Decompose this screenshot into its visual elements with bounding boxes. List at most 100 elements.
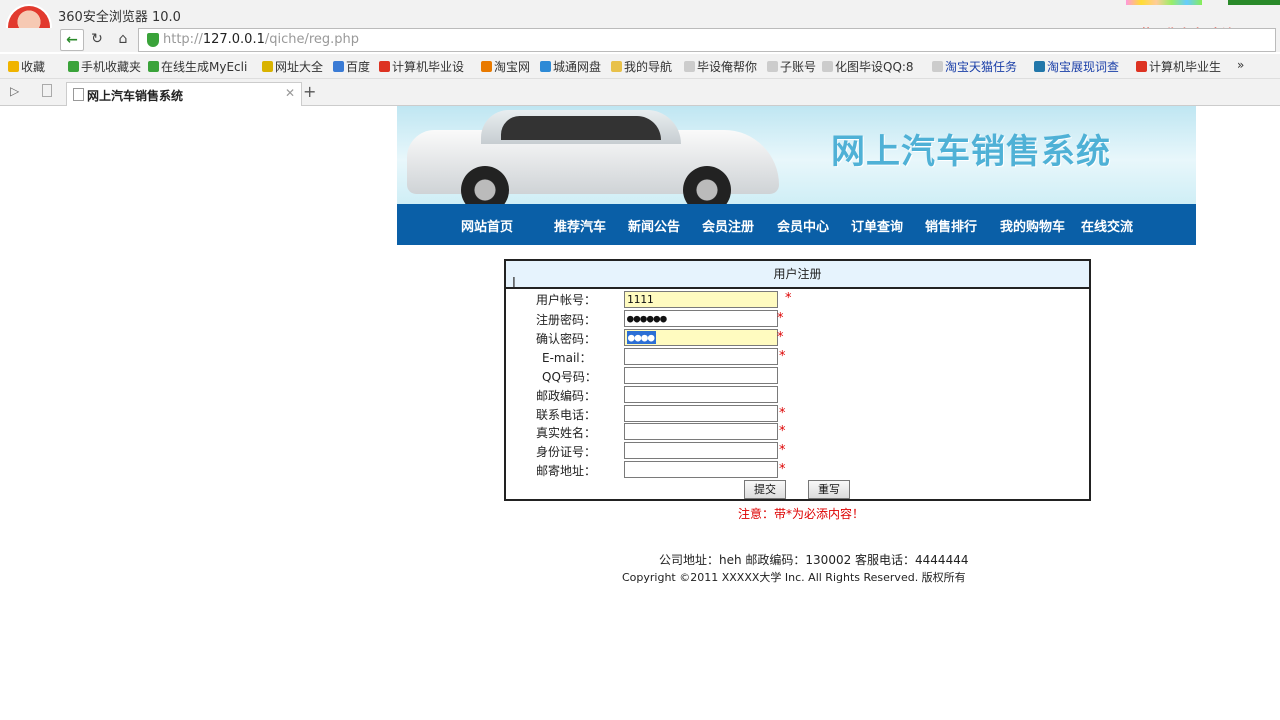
address-label: 邮寄地址： bbox=[536, 464, 597, 478]
footer-contact: 公司地址：heh 邮政编码：130002 客服电话：4444444 bbox=[659, 553, 969, 567]
reset-button[interactable]: 重写 bbox=[808, 480, 850, 499]
bookmark-icon bbox=[611, 61, 622, 72]
bookmark-label: 在线生成MyEcli bbox=[161, 60, 248, 74]
bookmark-icon bbox=[8, 61, 19, 72]
bookmark-label: 手机收藏夹 bbox=[81, 60, 142, 74]
qq-label: QQ号码： bbox=[542, 370, 597, 384]
address-bar[interactable]: http://127.0.0.1/qiche/reg.php bbox=[138, 28, 1276, 52]
sidebar-toggle-icon[interactable]: ▷ bbox=[10, 84, 19, 98]
bookmark-item[interactable]: 子账号 bbox=[767, 58, 816, 75]
required-mark: * bbox=[779, 349, 786, 364]
zip-label: 邮政编码： bbox=[536, 389, 597, 403]
refresh-icon[interactable]: ↻ bbox=[87, 29, 107, 49]
bookmark-item[interactable]: 我的导航 bbox=[611, 58, 672, 75]
bookmark-item[interactable]: 在线生成MyEcli bbox=[148, 58, 247, 75]
page-icon[interactable] bbox=[42, 84, 52, 97]
bookmark-label: 毕设俺帮你 bbox=[697, 60, 758, 74]
phone-input[interactable] bbox=[624, 405, 778, 422]
bookmark-item[interactable]: 毕设俺帮你 bbox=[684, 58, 757, 75]
bookmark-item[interactable]: 计算机毕业设 bbox=[379, 58, 464, 75]
password-input[interactable]: ●●●●●● bbox=[624, 310, 778, 327]
bookmark-icon bbox=[767, 61, 778, 72]
nav-home[interactable]: 网站首页 bbox=[461, 216, 513, 235]
more-bookmarks-icon[interactable]: » bbox=[1237, 58, 1244, 72]
close-tab-icon[interactable]: ✕ bbox=[285, 86, 295, 100]
bookmark-item[interactable]: 百度 bbox=[333, 58, 370, 75]
bookmark-label: 淘宝展现词查 bbox=[1047, 60, 1120, 74]
bookmark-label: 计算机毕业设 bbox=[392, 60, 465, 74]
bookmark-item[interactable]: 化图毕设QQ:8 bbox=[822, 58, 914, 75]
nav-register[interactable]: 会员注册 bbox=[702, 216, 754, 235]
nav-sales-ranking[interactable]: 销售排行 bbox=[925, 216, 977, 235]
selected-text: ●●●● bbox=[627, 331, 656, 344]
car-window bbox=[501, 116, 661, 140]
idcard-input[interactable] bbox=[624, 442, 778, 459]
site-banner: 网上汽车销售系统 bbox=[397, 106, 1196, 205]
nav-chat[interactable]: 在线交流 bbox=[1081, 216, 1133, 235]
bookmark-label: 百度 bbox=[346, 60, 371, 74]
nav-cart[interactable]: 我的购物车 bbox=[1000, 216, 1065, 235]
required-mark: * bbox=[785, 291, 792, 306]
realname-input[interactable] bbox=[624, 423, 778, 440]
bookmark-icon bbox=[379, 61, 390, 72]
email-input[interactable] bbox=[624, 348, 778, 365]
url-text: http://127.0.0.1/qiche/reg.php bbox=[163, 32, 360, 47]
bookmark-label: 网址大全 bbox=[275, 60, 324, 74]
bookmark-icon bbox=[262, 61, 273, 72]
text-cursor-icon: I bbox=[512, 276, 516, 291]
required-mark: * bbox=[777, 330, 784, 345]
bookmark-item[interactable]: 淘宝天猫任务 bbox=[932, 58, 1017, 75]
home-icon[interactable]: ⌂ bbox=[113, 29, 133, 49]
bookmark-item[interactable]: 城通网盘 bbox=[540, 58, 601, 75]
username-input[interactable]: 1111 bbox=[624, 291, 778, 308]
bookmark-item[interactable]: 计算机毕业生 bbox=[1136, 58, 1221, 75]
qq-input[interactable] bbox=[624, 367, 778, 384]
bookmark-label: 城通网盘 bbox=[553, 60, 602, 74]
bookmark-icon bbox=[1136, 61, 1147, 72]
bookmark-icon bbox=[68, 61, 79, 72]
required-mark: * bbox=[779, 443, 786, 458]
password-label: 注册密码： bbox=[536, 313, 597, 327]
nav-news[interactable]: 新闻公告 bbox=[628, 216, 680, 235]
required-mark: * bbox=[779, 462, 786, 477]
nav-recommended-cars[interactable]: 推荐汽车 bbox=[554, 216, 606, 235]
bookmark-item[interactable]: 淘宝展现词查 bbox=[1034, 58, 1119, 75]
window-title: 360安全浏览器 10.0 bbox=[58, 10, 181, 25]
required-mark: * bbox=[777, 311, 784, 326]
main-nav: 网站首页 推荐汽车 新闻公告 会员注册 会员中心 订单查询 销售排行 我的购物车… bbox=[397, 204, 1196, 245]
bookmark-label: 淘宝天猫任务 bbox=[945, 60, 1018, 74]
bookmark-icon bbox=[1034, 61, 1045, 72]
bookmark-icon bbox=[932, 61, 943, 72]
footer-copyright: Copyright ©2011 XXXXX大学 Inc. All Rights … bbox=[622, 571, 966, 584]
back-arrow-icon[interactable]: ← bbox=[60, 29, 84, 51]
idcard-label: 身份证号： bbox=[536, 445, 597, 459]
form-heading: 用户注册 bbox=[506, 261, 1089, 289]
bookmark-icon bbox=[540, 61, 551, 72]
required-note: 注意：带*为必添内容！ bbox=[738, 507, 865, 521]
nav-orders[interactable]: 订单查询 bbox=[851, 216, 903, 235]
confirm-password-input[interactable]: ●●●● bbox=[624, 329, 778, 346]
bookmark-label: 淘宝网 bbox=[494, 60, 531, 74]
address-input[interactable] bbox=[624, 461, 778, 478]
bookmark-icon bbox=[333, 61, 344, 72]
secure-shield-icon bbox=[147, 33, 159, 47]
phone-label: 联系电话： bbox=[536, 408, 597, 422]
page-icon bbox=[73, 88, 84, 101]
bookmark-label: 计算机毕业生 bbox=[1149, 60, 1222, 74]
bookmark-item[interactable]: 收藏 bbox=[8, 58, 45, 75]
bookmark-item[interactable]: 淘宝网 bbox=[481, 58, 530, 75]
tab-active[interactable]: 网上汽车销售系统 ✕ bbox=[66, 82, 302, 106]
zip-input[interactable] bbox=[624, 386, 778, 403]
bookmark-label: 收藏 bbox=[21, 60, 46, 74]
bookmark-item[interactable]: 网址大全 bbox=[262, 58, 323, 75]
window-control-bar[interactable] bbox=[1228, 0, 1280, 5]
bookmark-icon bbox=[148, 61, 159, 72]
nav-member-center[interactable]: 会员中心 bbox=[777, 216, 829, 235]
submit-button[interactable]: 提交 bbox=[744, 480, 786, 499]
bookmark-icon bbox=[822, 61, 833, 72]
recorder-color-strip bbox=[1126, 0, 1202, 5]
new-tab-icon[interactable]: + bbox=[303, 82, 316, 101]
bookmark-item[interactable]: 手机收藏夹 bbox=[68, 58, 141, 75]
bookmark-icon bbox=[481, 61, 492, 72]
bookmark-label: 子账号 bbox=[780, 60, 817, 74]
